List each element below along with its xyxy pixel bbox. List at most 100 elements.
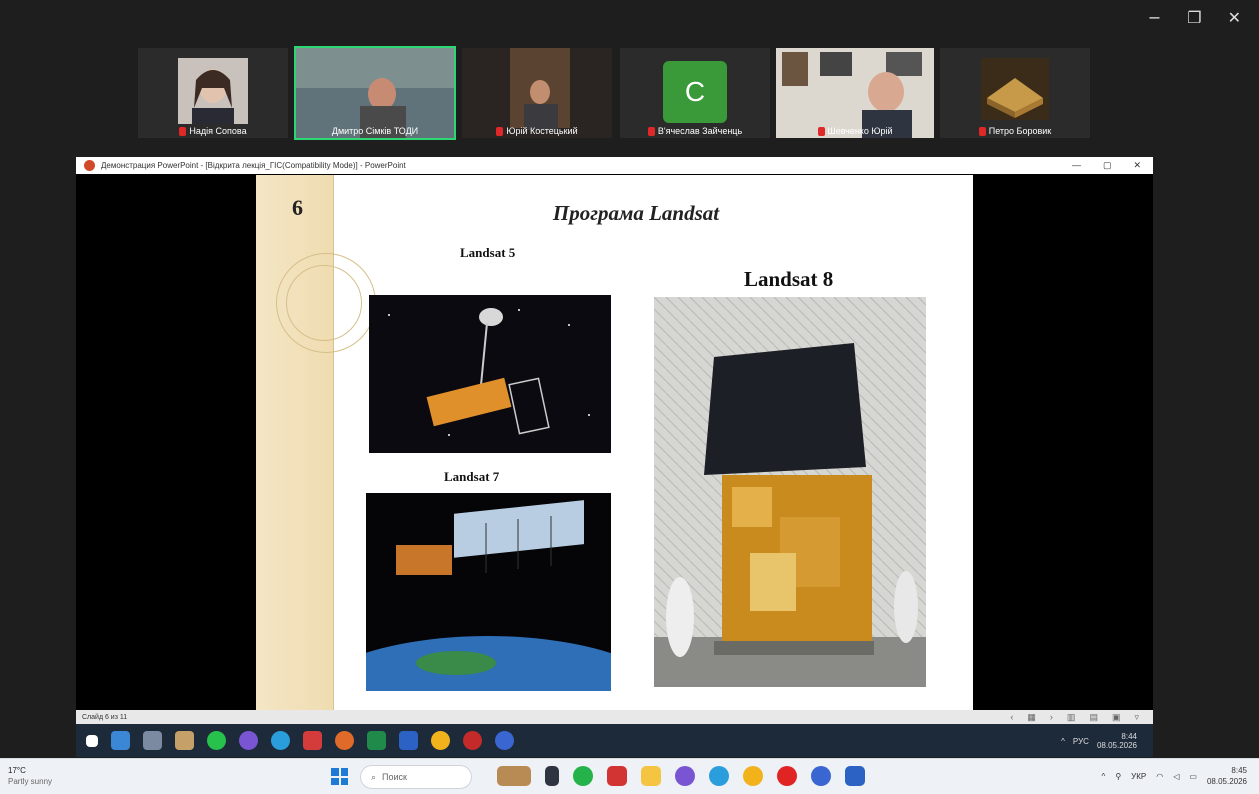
volume-icon[interactable]: ◁ [1173, 772, 1179, 781]
clock[interactable]: 8:45 08.05.2026 [1207, 765, 1247, 787]
app-icon [175, 731, 194, 750]
zoom-app-icon [495, 731, 514, 750]
telegram-icon [271, 731, 290, 750]
slide: 6 Програма Landsat Landsat 5 Landsat 7 L… [256, 175, 973, 710]
start-button[interactable] [331, 768, 348, 785]
tray-time: 8:44 [1121, 732, 1137, 741]
slide-title: Програма Landsat [552, 201, 720, 225]
network-icon[interactable]: ⚲ [1115, 772, 1121, 781]
tray-chevron-icon[interactable]: ^ [1102, 772, 1106, 781]
file-explorer-icon [111, 731, 130, 750]
participant-name: В'ячеслав Зайченць [657, 126, 743, 136]
slide-sorter-icon[interactable]: ▦ [1027, 712, 1036, 723]
mic-muted-icon [978, 126, 986, 136]
wifi-icon[interactable]: ◠ [1156, 772, 1163, 781]
shared-screen-tray: ^ РУС 8:44 08.05.2026 [1061, 732, 1137, 750]
mic-muted-icon [647, 126, 655, 136]
powerpoint-icon [335, 731, 354, 750]
participant-name-row: В'ячеслав Зайченць [620, 126, 770, 136]
system-tray: ^ ⚲ УКР ◠ ◁ ▭ 8:45 08.05.2026 [1102, 765, 1247, 787]
participant-name: Шевченко Юрій [827, 126, 893, 136]
app-icon[interactable] [607, 766, 627, 786]
caption-landsat7: Landsat 7 [444, 469, 500, 484]
maximize-button[interactable]: ❐ [1187, 8, 1201, 27]
tray-chevron-icon: ^ [1061, 736, 1065, 746]
participant-name-row: Надія Сопова [138, 126, 288, 136]
landsat7-image [366, 493, 611, 691]
zoom-icon[interactable]: ▿ [1134, 712, 1139, 723]
word-icon [399, 731, 418, 750]
decor-ring [286, 265, 362, 341]
search-icon: ⌕ [371, 771, 377, 782]
mic-muted-icon [817, 126, 825, 136]
battery-icon[interactable]: ▭ [1189, 772, 1197, 781]
app-icon [303, 731, 322, 750]
reading-view-icon[interactable]: ▤ [1089, 712, 1098, 723]
ppt-title-bar: Демонстрация PowerPoint - [Відкрита лекц… [76, 157, 1153, 174]
ppt-maximize-button[interactable]: ▢ [1103, 160, 1112, 171]
close-button[interactable]: ✕ [1228, 8, 1241, 27]
participant-name-row: Шевченко Юрій [776, 126, 934, 136]
tray-language: РУС [1072, 736, 1089, 746]
minimize-button[interactable]: − [1148, 8, 1161, 27]
slide-counter: Слайд 6 из 11 [82, 713, 128, 721]
caption-landsat5: Landsat 5 [460, 245, 516, 260]
landsat8-image [654, 297, 926, 687]
normal-view-icon[interactable]: ▥ [1067, 712, 1076, 723]
zoom-app-icon[interactable] [811, 766, 831, 786]
telegram-icon[interactable] [709, 766, 729, 786]
taskbar-apps [497, 766, 865, 786]
widget-icon[interactable] [497, 766, 531, 786]
opera-icon[interactable] [777, 766, 797, 786]
ppt-close-button[interactable]: ✕ [1133, 160, 1141, 171]
next-slide-icon[interactable]: › [1050, 712, 1053, 723]
tray-clock: 8:44 08.05.2026 [1097, 732, 1137, 750]
participant-name-row: Петро Боровик [940, 126, 1090, 136]
tray-date: 08.05.2026 [1096, 741, 1137, 750]
viber-icon[interactable] [675, 766, 695, 786]
participant-tile-active[interactable]: Дмитро Сімків ТОДИ [294, 46, 456, 140]
participant-name: Надія Сопова [189, 126, 247, 136]
slideshow-icon[interactable]: ▣ [1112, 712, 1121, 723]
chrome-icon [431, 731, 450, 750]
caption-landsat8: Landsat 8 [744, 267, 834, 291]
search-box[interactable]: ⌕ Поиск [360, 765, 472, 789]
powerpoint-logo-icon [84, 160, 95, 171]
participant-photo [178, 58, 248, 124]
shared-powerpoint-window: Демонстрация PowerPoint - [Відкрита лекц… [76, 157, 1153, 757]
participant-video [776, 48, 934, 138]
prev-slide-icon[interactable]: ‹ [1010, 712, 1013, 723]
participant-tile[interactable]: C В'ячеслав Зайченць [620, 48, 770, 138]
screen: − ❐ ✕ Надія Сопова Дмитро Сімків ТОДИ Юр… [0, 0, 1259, 794]
chrome-icon[interactable] [743, 766, 763, 786]
ppt-status-bar: Слайд 6 из 11 ‹ ▦ › ▥ ▤ ▣ ▿ [76, 710, 1153, 724]
excel-icon [367, 731, 386, 750]
weather-temp: 17°C [8, 766, 26, 775]
participant-name: Юрій Костецький [506, 126, 578, 136]
app-icon[interactable] [573, 766, 593, 786]
participant-tile[interactable]: Шевченко Юрій [776, 48, 934, 138]
ppt-window-controls: — ▢ ✕ [1072, 160, 1153, 171]
participant-tile[interactable]: Петро Боровик [940, 48, 1090, 138]
task-view-icon[interactable] [545, 766, 559, 786]
file-explorer-icon[interactable] [641, 766, 661, 786]
participant-tile[interactable]: Надія Сопова [138, 48, 288, 138]
language-indicator[interactable]: УКР [1131, 772, 1146, 781]
ppt-minimize-button[interactable]: — [1072, 160, 1081, 171]
ppt-view-controls: ‹ ▦ › ▥ ▤ ▣ ▿ [1010, 712, 1153, 723]
clock-time: 8:45 [1231, 766, 1247, 775]
whatsapp-icon [207, 731, 226, 750]
participant-video [296, 48, 454, 138]
participant-name: Дмитро Сімків ТОДИ [331, 126, 419, 136]
mic-muted-icon [179, 126, 187, 136]
meeting-window-controls: − ❐ ✕ [1148, 8, 1241, 27]
participant-photo [981, 58, 1049, 120]
search-placeholder: Поиск [382, 772, 407, 782]
participant-tile[interactable]: Юрій Костецький [462, 48, 612, 138]
participant-video [462, 48, 612, 138]
weather-widget[interactable]: 17°C Partly sunny [8, 765, 52, 787]
windows-start-icon [86, 734, 98, 747]
word-icon[interactable] [845, 766, 865, 786]
participant-name-row: Юрій Костецький [462, 126, 612, 136]
participant-name-row: Дмитро Сімків ТОДИ [296, 126, 454, 136]
